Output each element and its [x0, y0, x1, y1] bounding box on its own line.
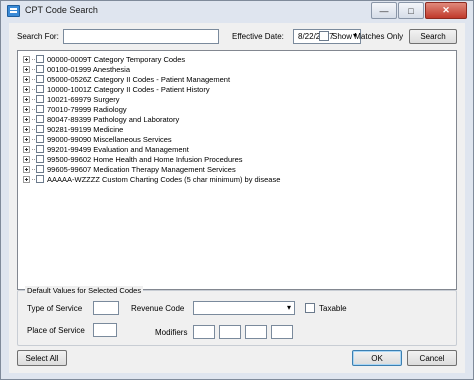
tree-item-checkbox[interactable]: [36, 85, 44, 93]
search-for-label: Search For:: [17, 32, 59, 41]
show-matches-label: Show Matches Only: [332, 32, 404, 41]
tree-item-label: 99500-99602 Home Health and Home Infusio…: [47, 154, 243, 164]
expand-icon[interactable]: [23, 175, 30, 183]
cancel-label: Cancel: [419, 353, 445, 363]
tree-item-checkbox[interactable]: [36, 55, 44, 63]
maximize-button[interactable]: □: [398, 2, 424, 19]
tree-item-label: 05000-0526Z Category II Codes - Patient …: [47, 74, 231, 84]
title-bar[interactable]: CPT Code Search — □ ✕: [1, 1, 473, 23]
dialog-content: Search For: Effective Date: 8/22/2017 ▾ …: [9, 23, 465, 373]
place-of-service-input[interactable]: [93, 323, 117, 337]
tree-item-label: 80047-89399 Pathology and Laboratory: [47, 114, 180, 124]
tree-item-label: 99000-99090 Miscellaneous Services: [47, 134, 172, 144]
tree-item-checkbox[interactable]: [36, 105, 44, 113]
tree-item-checkbox[interactable]: [36, 135, 44, 143]
tree-item[interactable]: 70010-79999 Radiology: [23, 104, 127, 114]
expand-icon[interactable]: [23, 75, 30, 83]
maximize-icon: □: [408, 5, 414, 16]
type-of-service-label: Type of Service: [27, 304, 83, 313]
tree-item[interactable]: 80047-89399 Pathology and Laboratory: [23, 114, 179, 124]
search-button[interactable]: Search: [409, 29, 457, 44]
expand-icon[interactable]: [23, 135, 30, 143]
cpt-code-tree[interactable]: 00000-0009T Category Temporary Codes 001…: [17, 50, 457, 290]
tree-item-label: 00000-0009T Category Temporary Codes: [47, 54, 186, 64]
app-icon: [7, 5, 20, 17]
modifiers-label: Modifiers: [155, 328, 188, 337]
tree-item[interactable]: 99201-99499 Evaluation and Management: [23, 144, 189, 154]
tree-item[interactable]: 10021-69979 Surgery: [23, 94, 120, 104]
window-title: CPT Code Search: [25, 5, 98, 15]
expand-icon[interactable]: [23, 95, 30, 103]
modifier-input-3[interactable]: [245, 325, 267, 339]
tree-item-label: 99605-99607 Medication Therapy Managemen…: [47, 164, 236, 174]
tree-item[interactable]: 90281-99199 Medicine: [23, 124, 123, 134]
tree-item[interactable]: 99000-99090 Miscellaneous Services: [23, 134, 172, 144]
expand-icon[interactable]: [23, 125, 30, 133]
tree-item-label: 90281-99199 Medicine: [47, 124, 124, 134]
tree-item-label: 10000-1001Z Category II Codes - Patient …: [47, 84, 210, 94]
expand-icon[interactable]: [23, 145, 30, 153]
modifier-input-1[interactable]: [193, 325, 215, 339]
tree-item[interactable]: AAAAA-WZZZZ Custom Charting Codes (5 cha…: [23, 174, 280, 184]
cancel-button[interactable]: Cancel: [407, 350, 457, 366]
tree-item-checkbox[interactable]: [36, 165, 44, 173]
show-matches-checkbox[interactable]: [319, 31, 329, 41]
type-of-service-input[interactable]: [93, 301, 119, 315]
expand-icon[interactable]: [23, 85, 30, 93]
tree-item-checkbox[interactable]: [36, 75, 44, 83]
tree-item-label: 99201-99499 Evaluation and Management: [47, 144, 189, 154]
window-controls: — □ ✕: [370, 2, 467, 19]
minimize-button[interactable]: —: [371, 2, 397, 19]
place-of-service-label: Place of Service: [27, 326, 85, 335]
tree-item-label: 10021-69979 Surgery: [47, 94, 120, 104]
select-all-button[interactable]: Select All: [17, 350, 67, 366]
search-input[interactable]: [63, 29, 219, 44]
tree-item[interactable]: 10000-1001Z Category II Codes - Patient …: [23, 84, 210, 94]
ok-button[interactable]: OK: [352, 350, 402, 366]
tree-item-label: AAAAA-WZZZZ Custom Charting Codes (5 cha…: [47, 174, 281, 184]
expand-icon[interactable]: [23, 105, 30, 113]
ok-label: OK: [371, 353, 383, 363]
expand-icon[interactable]: [23, 155, 30, 163]
tree-item-checkbox[interactable]: [36, 125, 44, 133]
select-all-label: Select All: [25, 353, 59, 363]
tree-item[interactable]: 99605-99607 Medication Therapy Managemen…: [23, 164, 236, 174]
tree-item-checkbox[interactable]: [36, 155, 44, 163]
cpt-code-search-window: CPT Code Search — □ ✕ Search For: Effect…: [0, 0, 474, 380]
tree-item-checkbox[interactable]: [36, 115, 44, 123]
modifier-input-4[interactable]: [271, 325, 293, 339]
tree-item-checkbox[interactable]: [36, 95, 44, 103]
search-input-value: [64, 30, 66, 39]
tree-item[interactable]: 99500-99602 Home Health and Home Infusio…: [23, 154, 243, 164]
tree-item[interactable]: 00100-01999 Anesthesia: [23, 64, 130, 74]
taxable-label: Taxable: [319, 304, 347, 313]
tree-item-checkbox[interactable]: [36, 65, 44, 73]
tree-item[interactable]: 05000-0526Z Category II Codes - Patient …: [23, 74, 230, 84]
close-icon: ✕: [442, 5, 450, 15]
chevron-down-icon: ▾: [286, 303, 291, 312]
default-values-group: Default Values for Selected Codes Type o…: [17, 286, 457, 346]
modifier-input-2[interactable]: [219, 325, 241, 339]
taxable-checkbox[interactable]: [305, 303, 315, 313]
tree-item-label: 70010-79999 Radiology: [47, 104, 127, 114]
expand-icon[interactable]: [23, 165, 30, 173]
revenue-code-select[interactable]: ▾: [193, 301, 295, 315]
effective-date-label: Effective Date:: [232, 32, 284, 41]
tree-item[interactable]: 00000-0009T Category Temporary Codes: [23, 54, 185, 64]
group-title: Default Values for Selected Codes: [25, 286, 144, 295]
revenue-code-label: Revenue Code: [131, 304, 185, 313]
tree-item-checkbox[interactable]: [36, 145, 44, 153]
close-button[interactable]: ✕: [425, 2, 467, 19]
expand-icon[interactable]: [23, 65, 30, 73]
tree-item-checkbox[interactable]: [36, 175, 44, 183]
expand-icon[interactable]: [23, 55, 30, 63]
minimize-icon: —: [379, 5, 389, 16]
expand-icon[interactable]: [23, 115, 30, 123]
tree-item-label: 00100-01999 Anesthesia: [47, 64, 130, 74]
search-button-label: Search: [420, 32, 446, 41]
